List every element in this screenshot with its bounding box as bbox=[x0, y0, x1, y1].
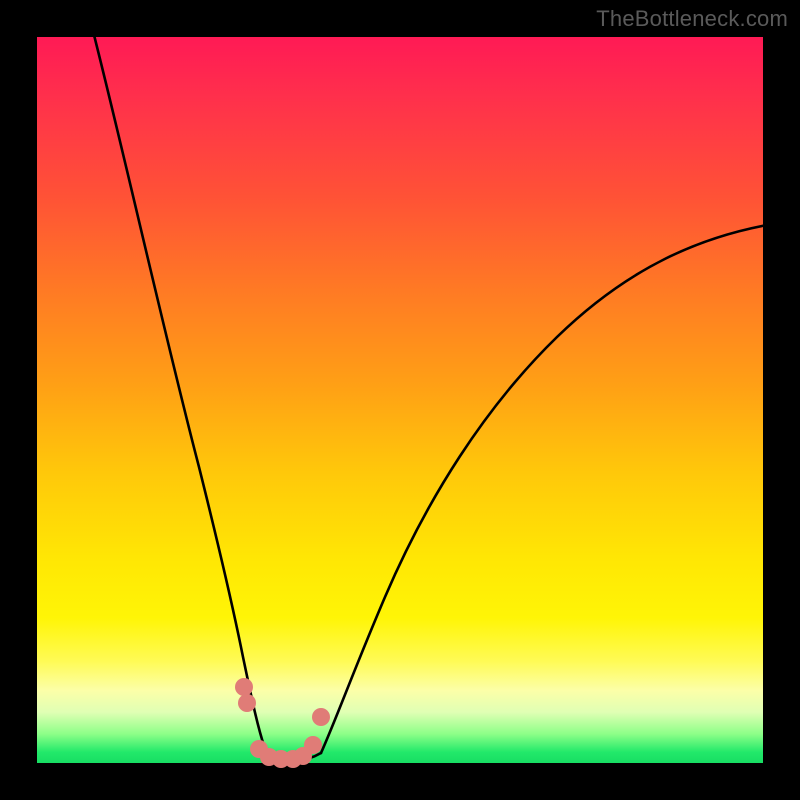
left-branch-curve bbox=[93, 31, 271, 759]
curves-svg bbox=[37, 37, 763, 763]
chart-frame: TheBottleneck.com bbox=[0, 0, 800, 800]
watermark-text: TheBottleneck.com bbox=[596, 6, 788, 32]
right-branch-curve bbox=[321, 225, 767, 753]
plot-area bbox=[37, 37, 763, 763]
